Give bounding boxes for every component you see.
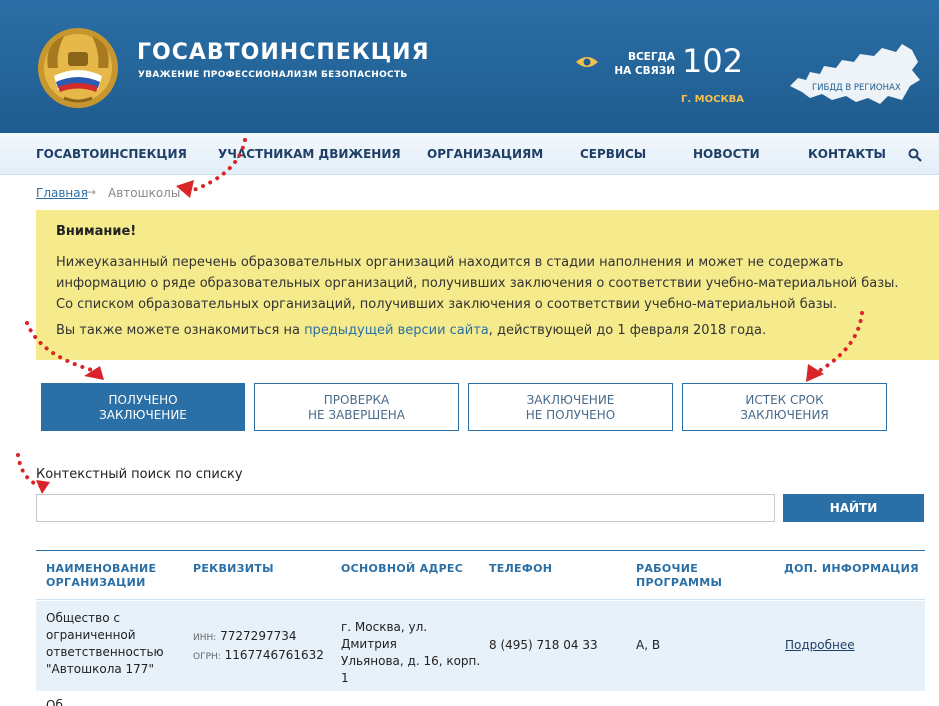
cell-address: г. Москва, ул. Дмитрия Ульянова, д. 16, … bbox=[341, 619, 486, 687]
eye-icon[interactable] bbox=[575, 55, 599, 69]
nav-item-news[interactable]: НОВОСТИ bbox=[693, 147, 760, 161]
brand-title: ГОСАВТОИНСПЕКЦИЯ bbox=[137, 40, 430, 65]
th-address: ОСНОВНОЙ АДРЕС bbox=[341, 562, 463, 576]
ogrn-line: ОГРН: 1167746761632 bbox=[193, 647, 338, 666]
cell-phone: 8 (495) 718 04 33 bbox=[489, 638, 598, 652]
brand-subtitle: УВАЖЕНИЕ ПРОФЕССИОНАЛИЗМ БЕЗОПАСНОСТЬ bbox=[138, 70, 408, 80]
breadcrumb-current: Автошколы bbox=[108, 186, 181, 200]
table-row: Общество с ограниченной ответственностью… bbox=[36, 601, 925, 691]
notice-title: Внимание! bbox=[56, 224, 137, 239]
tab-label-line1: ЗАКЛЮЧЕНИЕ bbox=[526, 393, 615, 407]
th-line1: ТЕЛЕФОН bbox=[489, 562, 553, 575]
previous-version-link[interactable]: предыдущей версии сайта bbox=[304, 323, 489, 338]
cell-org-name: Общество с ограниченной ответственностью… bbox=[46, 610, 186, 678]
ogrn-label: ОГРН: bbox=[193, 652, 221, 662]
cell-requisites: ИНН: 7727297734 ОГРН: 1167746761632 bbox=[193, 628, 338, 666]
notice-previous-version: Вы также можете ознакомиться на предыдущ… bbox=[56, 323, 766, 338]
tab-conclusion-not-received[interactable]: ЗАКЛЮЧЕНИЕ НЕ ПОЛУЧЕНО bbox=[468, 383, 673, 431]
arrowhead-expired bbox=[806, 364, 824, 382]
nav-item-services[interactable]: СЕРВИСЫ bbox=[580, 147, 646, 161]
th-line1: НАИМЕНОВАНИЕ bbox=[46, 562, 157, 575]
breadcrumb-home[interactable]: Главная bbox=[36, 186, 88, 200]
arrowhead-tab bbox=[84, 366, 104, 380]
nav-item-gosavtoinspekciya[interactable]: ГОСАВТОИНСПЕКЦИЯ bbox=[36, 147, 187, 161]
tab-conclusion-received[interactable]: ПОЛУЧЕНО ЗАКЛЮЧЕНИЕ bbox=[41, 383, 245, 431]
search-label: Контекстный поиск по списку bbox=[36, 467, 243, 482]
th-extra-info: ДОП. ИНФОРМАЦИЯ bbox=[784, 562, 919, 576]
main-nav: ГОСАВТОИНСПЕКЦИЯ УЧАСТНИКАМ ДВИЖЕНИЯ ОРГ… bbox=[0, 133, 939, 175]
nav-item-contacts[interactable]: КОНТАКТЫ bbox=[808, 147, 886, 161]
emblem-icon[interactable] bbox=[34, 24, 122, 112]
org-name-line: Общество с bbox=[46, 611, 120, 625]
search-input[interactable] bbox=[36, 494, 775, 522]
inn-line: ИНН: 7727297734 bbox=[193, 628, 338, 647]
notice-line2-before: Вы также можете ознакомиться на bbox=[56, 323, 305, 338]
find-button[interactable]: НАЙТИ bbox=[783, 494, 924, 522]
breadcrumb-arrow-icon: → bbox=[86, 185, 97, 199]
russia-map-icon[interactable] bbox=[784, 38, 924, 116]
th-requisites: РЕКВИЗИТЫ bbox=[193, 562, 274, 576]
inn-value: 7727297734 bbox=[220, 629, 297, 643]
always-line2: НА СВЯЗИ bbox=[614, 65, 675, 77]
tab-label-line2: НЕ ЗАВЕРШЕНА bbox=[307, 408, 406, 422]
address-line: г. Москва, ул. Дмитрия bbox=[341, 620, 428, 651]
notice-line2-after: , действующей до 1 февраля 2018 года. bbox=[488, 323, 767, 338]
tab-conclusion-expired[interactable]: ИСТЕК СРОК ЗАКЛЮЧЕНИЯ bbox=[682, 383, 887, 431]
phone-102: 102 bbox=[682, 42, 744, 80]
more-info-link[interactable]: Подробнее bbox=[785, 637, 855, 654]
always-line1: ВСЕГДА bbox=[627, 51, 675, 63]
attention-notice: Внимание! Нижеуказанный перечень образов… bbox=[36, 210, 939, 360]
table-header: НАИМЕНОВАНИЕ ОРГАНИЗАЦИИ РЕКВИЗИТЫ ОСНОВ… bbox=[36, 550, 925, 600]
tab-label-line1: ИСТЕК СРОК bbox=[745, 393, 824, 407]
nav-item-participants[interactable]: УЧАСТНИКАМ ДВИЖЕНИЯ bbox=[218, 147, 401, 161]
arrowhead-search bbox=[36, 480, 50, 494]
inn-label: ИНН: bbox=[193, 633, 217, 643]
th-programs: РАБОЧИЕ ПРОГРАММЫ bbox=[636, 562, 722, 590]
tab-label-line1: ПОЛУЧЕНО bbox=[108, 393, 178, 407]
map-label[interactable]: ГИБДД В РЕГИОНАХ bbox=[812, 83, 901, 93]
org-name-line: ограниченной bbox=[46, 628, 136, 642]
tab-check-not-completed[interactable]: ПРОВЕРКА НЕ ЗАВЕРШЕНА bbox=[254, 383, 459, 431]
notice-text: Нижеуказанный перечень образовательных о… bbox=[56, 255, 899, 312]
org-name-line: "Автошкола 177" bbox=[46, 662, 154, 676]
ogrn-value: 1167746761632 bbox=[224, 648, 324, 662]
th-line1: РЕКВИЗИТЫ bbox=[193, 562, 274, 575]
search-icon[interactable] bbox=[908, 148, 922, 162]
always-on-call: ВСЕГДА НА СВЯЗИ bbox=[610, 50, 675, 78]
tab-label-line2: ЗАКЛЮЧЕНИЯ bbox=[740, 408, 829, 422]
nav-item-organizations[interactable]: ОРГАНИЗАЦИЯМ bbox=[427, 147, 543, 161]
th-line1: ОСНОВНОЙ АДРЕС bbox=[341, 562, 464, 575]
tab-label-line2: ЗАКЛЮЧЕНИЕ bbox=[99, 408, 187, 422]
th-phone: ТЕЛЕФОН bbox=[489, 562, 552, 576]
address-line: Ульянова, д. 16, корп. bbox=[341, 654, 481, 668]
org-name-line: ответственностью bbox=[46, 645, 164, 659]
city-selector[interactable]: Г. МОСКВА bbox=[681, 94, 744, 105]
tab-label-line2: НЕ ПОЛУЧЕНО bbox=[525, 408, 616, 422]
site-header: ГОСАВТОИНСПЕКЦИЯ УВАЖЕНИЕ ПРОФЕССИОНАЛИЗ… bbox=[0, 0, 939, 133]
th-line1: РАБОЧИЕ bbox=[636, 562, 699, 575]
th-line2: ОРГАНИЗАЦИИ bbox=[46, 576, 146, 589]
table-row-next: Об bbox=[46, 698, 63, 706]
th-line2: ПРОГРАММЫ bbox=[636, 576, 723, 589]
tab-label-line1: ПРОВЕРКА bbox=[323, 393, 390, 407]
cell-programs: A, B bbox=[636, 638, 661, 652]
th-line1: ДОП. ИНФОРМАЦИЯ bbox=[784, 562, 919, 575]
address-line: 1 bbox=[341, 671, 349, 685]
th-org-name: НАИМЕНОВАНИЕ ОРГАНИЗАЦИИ bbox=[46, 562, 156, 590]
